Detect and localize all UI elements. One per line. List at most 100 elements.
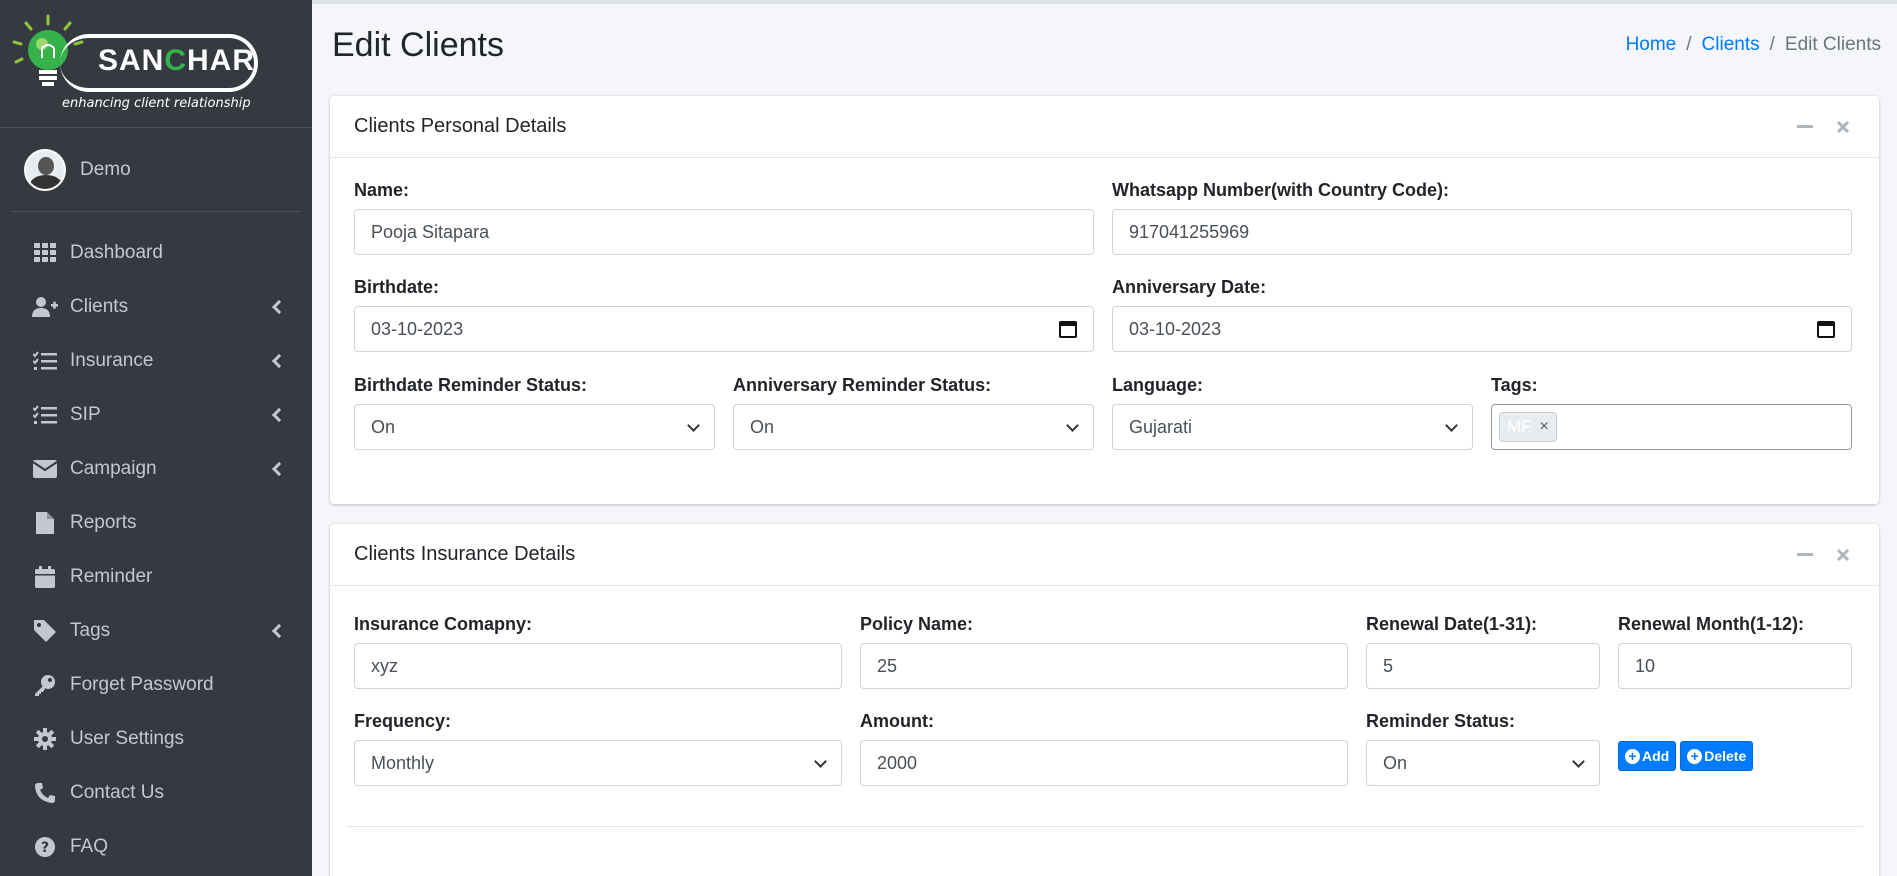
key-icon [32,674,58,696]
phone-icon [32,782,58,804]
renewal-date-label: Renewal Date(1-31): [1366,614,1538,634]
anniversary-label: Anniversary Date: [1112,277,1267,297]
card-header: Clients Personal Details [330,96,1879,158]
minus-icon [1797,553,1813,556]
plus-circle-icon: + [1625,748,1640,764]
page-title: Edit Clients [332,26,504,64]
gear-icon [32,728,58,750]
renewal-date-input[interactable]: 5 [1366,643,1600,689]
insurance-company-group: Insurance Comapny: xyz [354,614,842,689]
minus-icon [1797,125,1813,128]
collapse-button[interactable] [1793,115,1817,139]
amount-input[interactable]: 2000 [860,740,1348,786]
sidebar-item-campaign[interactable]: Campaign [0,442,312,496]
add-button[interactable]: + Add [1618,741,1677,771]
sidebar-item-label: Campaign [70,458,157,479]
breadcrumb: Home / Clients / Edit Clients [1626,34,1881,56]
sidebar-item-sip[interactable]: SIP [0,388,312,442]
insurance-company-input[interactable]: xyz [354,643,842,689]
card-header: Clients Insurance Details [330,524,1879,586]
sidebar-item-contact-us[interactable]: Contact Us [0,766,312,820]
renewal-date-group: Renewal Date(1-31): 5 [1366,614,1600,689]
calendar-icon[interactable] [1059,320,1077,338]
reminder-status-select[interactable]: On [1366,740,1600,786]
birthdate-reminder-select[interactable]: On [354,404,715,450]
sidebar-item-label: Forget Password [70,674,214,695]
collapse-button[interactable] [1793,543,1817,567]
plus-circle-icon: + [1687,748,1703,764]
close-button[interactable] [1831,543,1855,567]
breadcrumb-clients[interactable]: Clients [1702,34,1760,56]
chevron-left-icon [271,407,287,423]
frequency-group: Frequency: Monthly [354,711,842,786]
renewal-month-input[interactable]: 10 [1618,643,1852,689]
amount-label: Amount: [860,711,934,731]
chevron-left-icon [271,353,287,369]
close-icon [1836,548,1850,561]
policy-name-input[interactable]: 25 [860,643,1348,689]
list-check-icon [32,404,58,426]
envelope-icon [32,458,58,480]
sidebar-item-insurance[interactable]: Insurance [0,334,312,388]
file-icon [32,512,58,534]
language-select[interactable]: Gujarati [1112,404,1473,450]
sidebar-item-dashboard[interactable]: Dashboard [0,226,312,280]
insurance-details-card: Clients Insurance Details Insurance Coma… [330,524,1879,876]
anniversary-reminder-select[interactable]: On [733,404,1094,450]
brand-logo[interactable]: SANCHAR enhancing client relationship [0,0,312,128]
sidebar-item-clients[interactable]: Clients [0,280,312,334]
sidebar-item-faq[interactable]: ? FAQ [0,820,312,874]
anniversary-reminder-group: Anniversary Reminder Status: On [733,375,1094,450]
user-panel[interactable]: Demo [10,128,302,212]
sidebar-item-label: Reminder [70,566,153,587]
frequency-label: Frequency: [354,711,452,731]
sidebar-item-forget-password[interactable]: Forget Password [0,658,312,712]
whatsapp-input[interactable]: 917041255969 [1112,209,1852,255]
sidebar-item-tags[interactable]: Tags [0,604,312,658]
whatsapp-label: Whatsapp Number(with Country Code): [1112,180,1449,200]
calendar-icon[interactable] [1817,320,1835,338]
chevron-down-icon [687,418,700,432]
anniversary-input[interactable]: 03-10-2023 [1112,306,1852,352]
sidebar-item-label: Tags [70,620,111,641]
sidebar-item-reminder[interactable]: Reminder [0,550,312,604]
logo-tagline: enhancing client relationship [62,96,251,111]
whatsapp-group: Whatsapp Number(with Country Code): 9170… [1112,180,1852,255]
close-button[interactable] [1831,115,1855,139]
name-input[interactable]: Pooja Sitapara [354,209,1094,255]
birthdate-group: Birthdate: 03-10-2023 [354,277,1094,352]
chevron-left-icon [271,461,287,477]
sidebar-item-reports[interactable]: Reports [0,496,312,550]
amount-group: Amount: 2000 [860,711,1348,786]
breadcrumb-separator: / [1769,34,1775,55]
breadcrumb-separator: / [1686,34,1692,55]
delete-button[interactable]: + Delete [1680,741,1754,771]
frequency-select[interactable]: Monthly [354,740,842,786]
chevron-down-icon [814,754,827,768]
tag-icon [32,620,58,642]
sidebar-item-label: User Settings [70,728,185,749]
sidebar-item-label: Clients [70,296,129,317]
sidebar-item-user-settings[interactable]: User Settings [0,712,312,766]
sidebar-item-label: FAQ [70,836,109,857]
avatar [24,148,66,191]
birthdate-input[interactable]: 03-10-2023 [354,306,1094,352]
chevron-down-icon [1066,418,1079,432]
tags-group: Tags: MF × [1491,375,1852,450]
card-title: Clients Insurance Details [354,543,576,565]
anniversary-reminder-label: Anniversary Reminder Status: [733,375,992,395]
sidebar: SANCHAR enhancing client relationship De… [0,0,312,876]
breadcrumb-home[interactable]: Home [1626,34,1677,56]
personal-details-card: Clients Personal Details Name: Pooja Sit… [330,96,1879,504]
question-circle-icon: ? [32,836,58,858]
reminder-status-label: Reminder Status: [1366,711,1516,731]
tags-label: Tags: [1491,375,1538,395]
tags-input[interactable]: MF × [1491,404,1852,450]
policy-name-group: Policy Name: 25 [860,614,1348,689]
user-name[interactable]: Demo [80,159,131,181]
tag-remove-icon[interactable]: × [1540,418,1549,436]
language-label: Language: [1112,375,1204,395]
renewal-month-group: Renewal Month(1-12): 10 [1618,614,1852,689]
grid-icon [32,242,58,264]
chevron-down-icon [1445,418,1458,432]
